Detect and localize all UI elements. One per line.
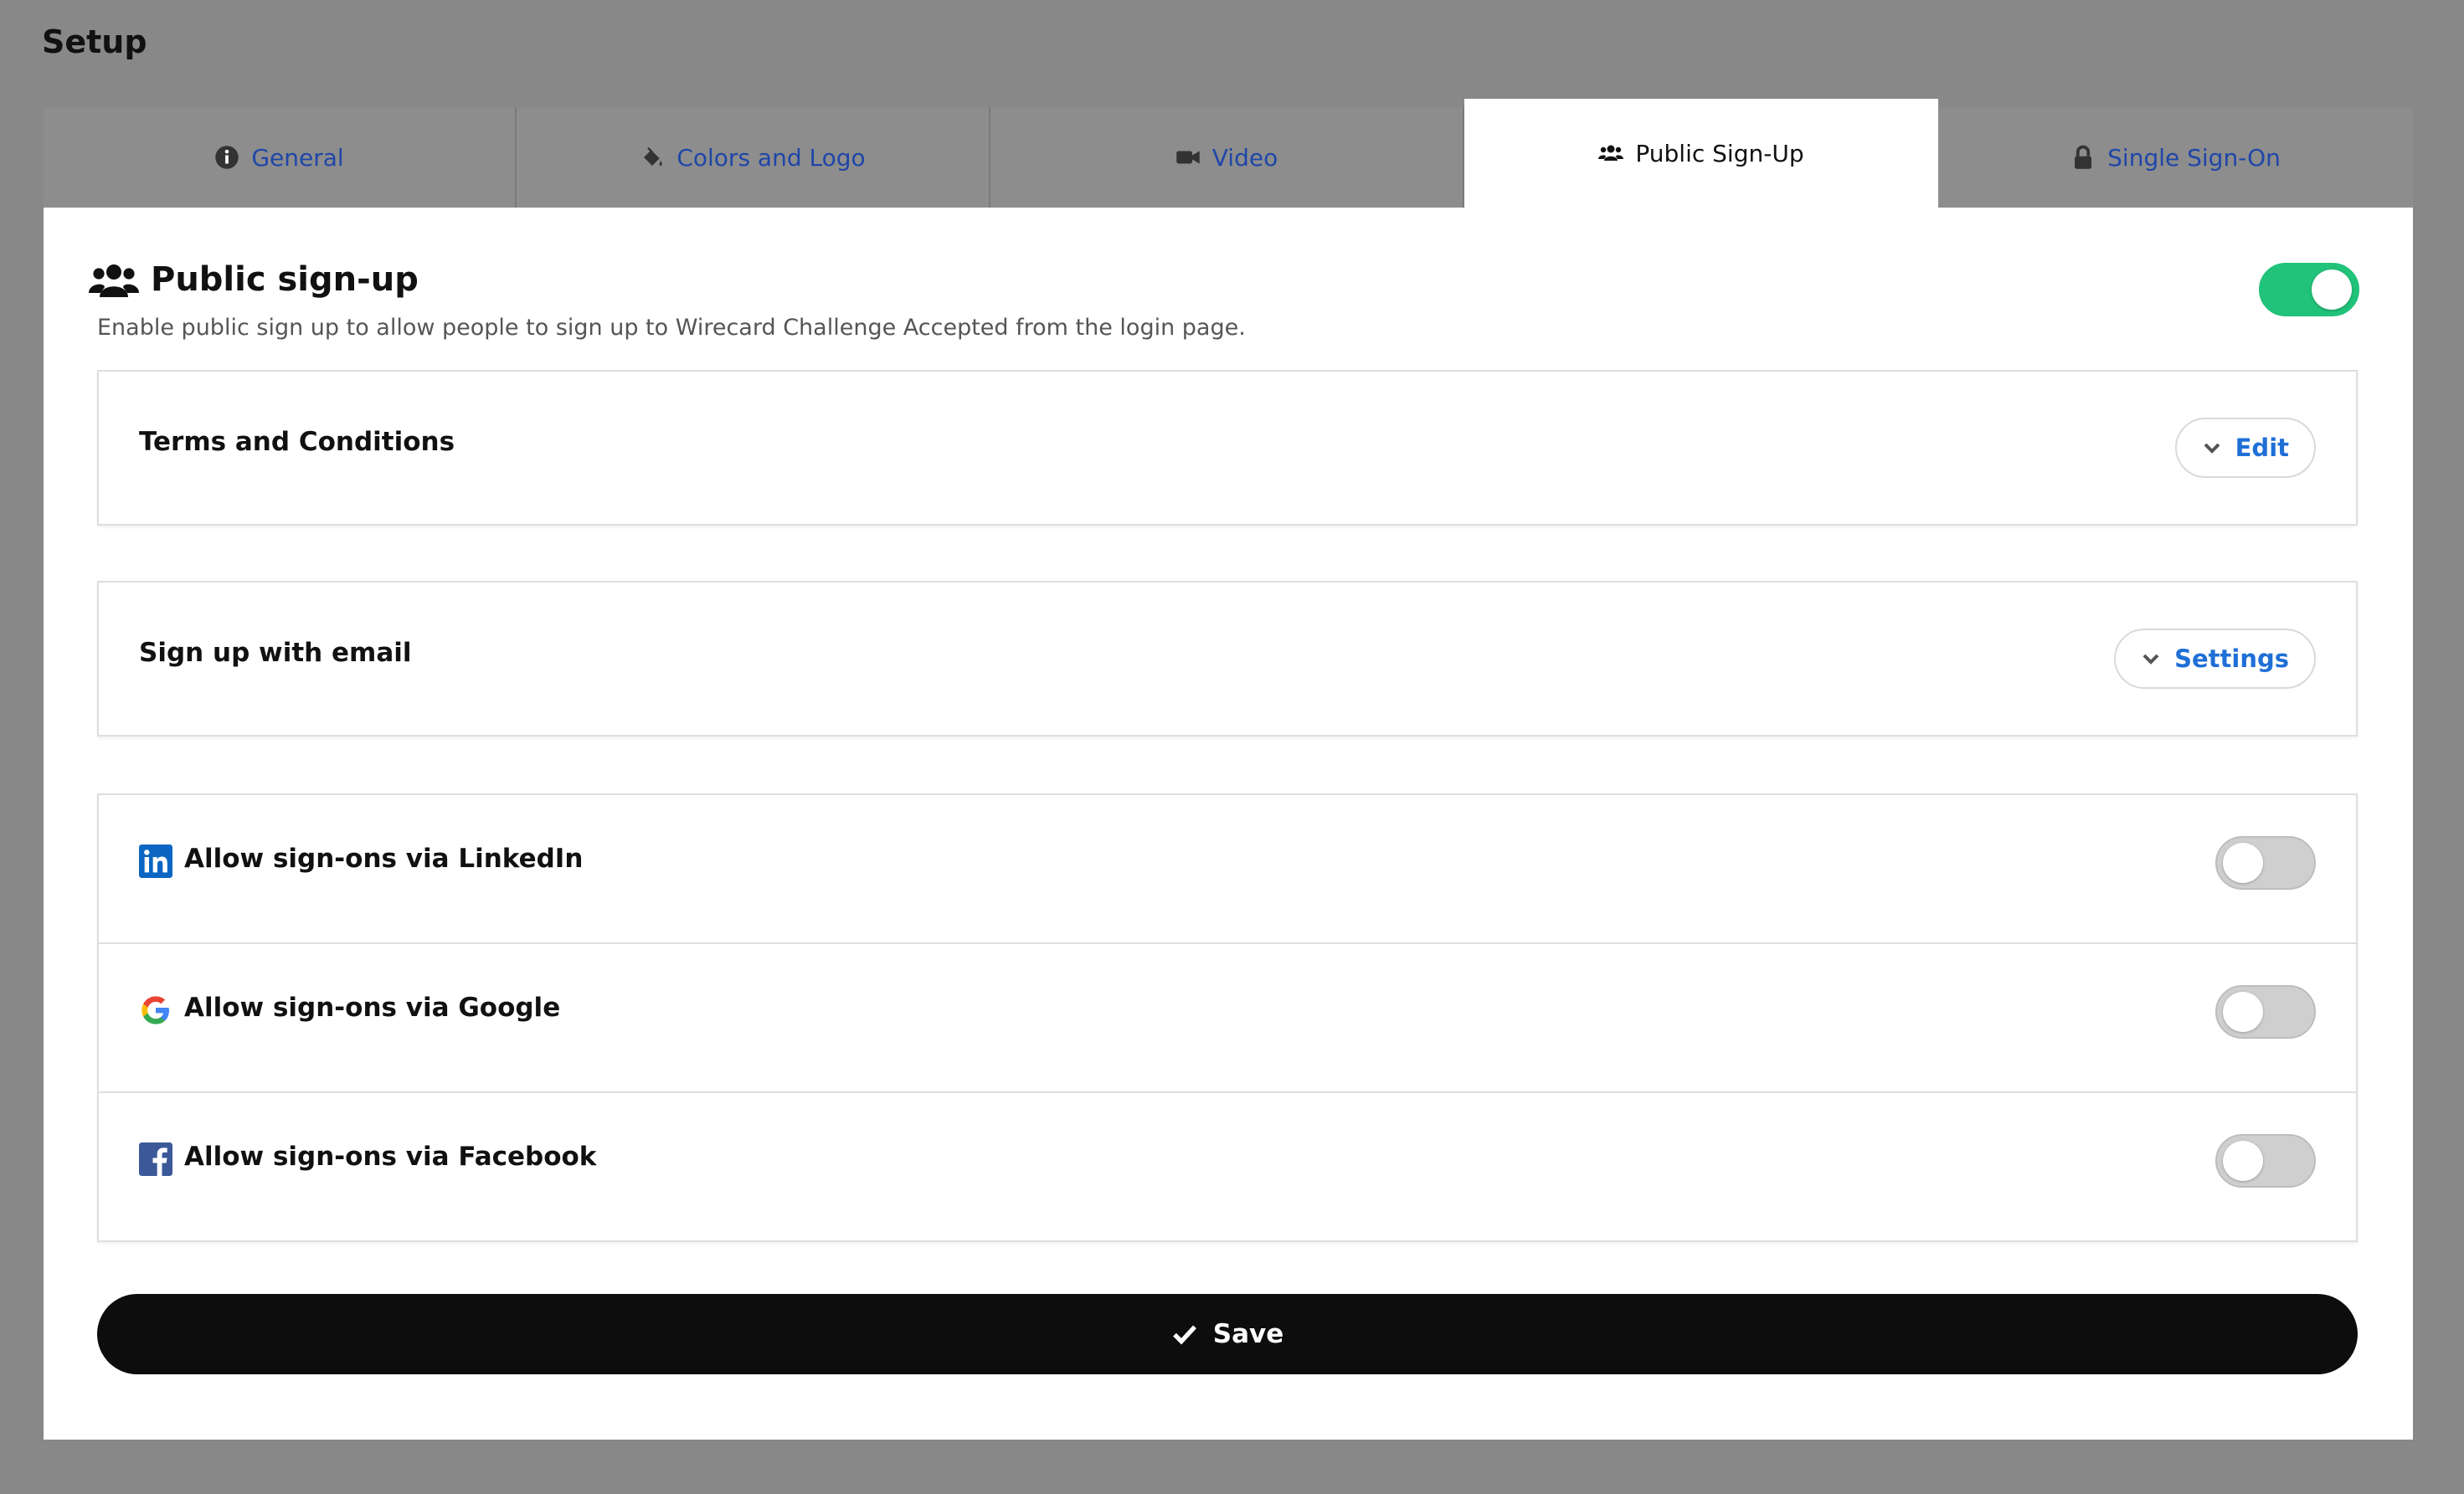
toggle-knob bbox=[2223, 1141, 2263, 1181]
tab-colors-and-logo[interactable]: Colors and Logo bbox=[517, 107, 990, 208]
edit-button-label: Edit bbox=[2235, 434, 2289, 462]
terms-label: Terms and Conditions bbox=[139, 427, 455, 457]
facebook-label: Allow sign-ons via Facebook bbox=[184, 1142, 597, 1172]
linkedin-label: Allow sign-ons via LinkedIn bbox=[184, 844, 584, 874]
tab-general[interactable]: General bbox=[44, 107, 517, 208]
tab-bar: General Colors and Logo Video Public Sig… bbox=[44, 99, 2413, 208]
linkedin-toggle[interactable] bbox=[2215, 836, 2316, 890]
chevron-down-icon bbox=[2142, 654, 2159, 665]
page-title: Setup bbox=[42, 23, 147, 60]
settings-button-label: Settings bbox=[2174, 644, 2289, 673]
lock-icon bbox=[2075, 145, 2092, 169]
info-circle-icon bbox=[215, 146, 239, 169]
email-settings-button[interactable]: Settings bbox=[2114, 629, 2316, 689]
facebook-icon bbox=[139, 1142, 172, 1176]
terms-panel: Terms and Conditions Edit bbox=[97, 370, 2358, 526]
save-button[interactable]: Save bbox=[97, 1294, 2358, 1374]
tab-label: Video bbox=[1211, 143, 1278, 172]
google-label: Allow sign-ons via Google bbox=[184, 993, 561, 1023]
users-icon bbox=[1598, 145, 1624, 161]
tab-label: Single Sign-On bbox=[2107, 143, 2281, 172]
email-signup-panel: Sign up with email Settings bbox=[97, 581, 2358, 737]
facebook-row: Allow sign-ons via Facebook bbox=[99, 1093, 2356, 1242]
public-signup-card: Public sign-up Enable public sign up to … bbox=[44, 208, 2413, 1440]
section-description: Enable public sign up to allow people to… bbox=[97, 315, 1246, 341]
google-row: Allow sign-ons via Google bbox=[99, 944, 2356, 1093]
tab-single-sign-on[interactable]: Single Sign-On bbox=[1938, 107, 2413, 208]
toggle-knob bbox=[2223, 843, 2263, 883]
section-title: Public sign-up bbox=[151, 260, 419, 299]
users-icon bbox=[89, 264, 139, 297]
checkmark-icon bbox=[1172, 1325, 1196, 1345]
video-camera-icon bbox=[1176, 151, 1200, 164]
linkedin-row: Allow sign-ons via LinkedIn bbox=[99, 795, 2356, 944]
tab-label: Public Sign-Up bbox=[1635, 139, 1804, 167]
facebook-toggle[interactable] bbox=[2215, 1134, 2316, 1188]
tab-video[interactable]: Video bbox=[990, 107, 1464, 208]
social-signon-panel: Allow sign-ons via LinkedIn Allow sign-o… bbox=[97, 793, 2358, 1242]
google-icon bbox=[141, 996, 169, 1024]
chevron-down-icon bbox=[2204, 443, 2220, 454]
toggle-knob bbox=[2312, 270, 2352, 310]
email-signup-label: Sign up with email bbox=[139, 638, 412, 668]
paint-bucket-icon bbox=[644, 146, 663, 167]
tab-public-sign-up[interactable]: Public Sign-Up bbox=[1464, 99, 1938, 208]
public-signup-toggle[interactable] bbox=[2259, 263, 2359, 316]
linkedin-icon bbox=[139, 845, 172, 878]
save-button-label: Save bbox=[1212, 1319, 1284, 1349]
tab-label: Colors and Logo bbox=[676, 143, 866, 172]
tab-label: General bbox=[251, 143, 344, 172]
terms-edit-button[interactable]: Edit bbox=[2174, 418, 2316, 478]
google-toggle[interactable] bbox=[2215, 985, 2316, 1039]
toggle-knob bbox=[2223, 992, 2263, 1032]
